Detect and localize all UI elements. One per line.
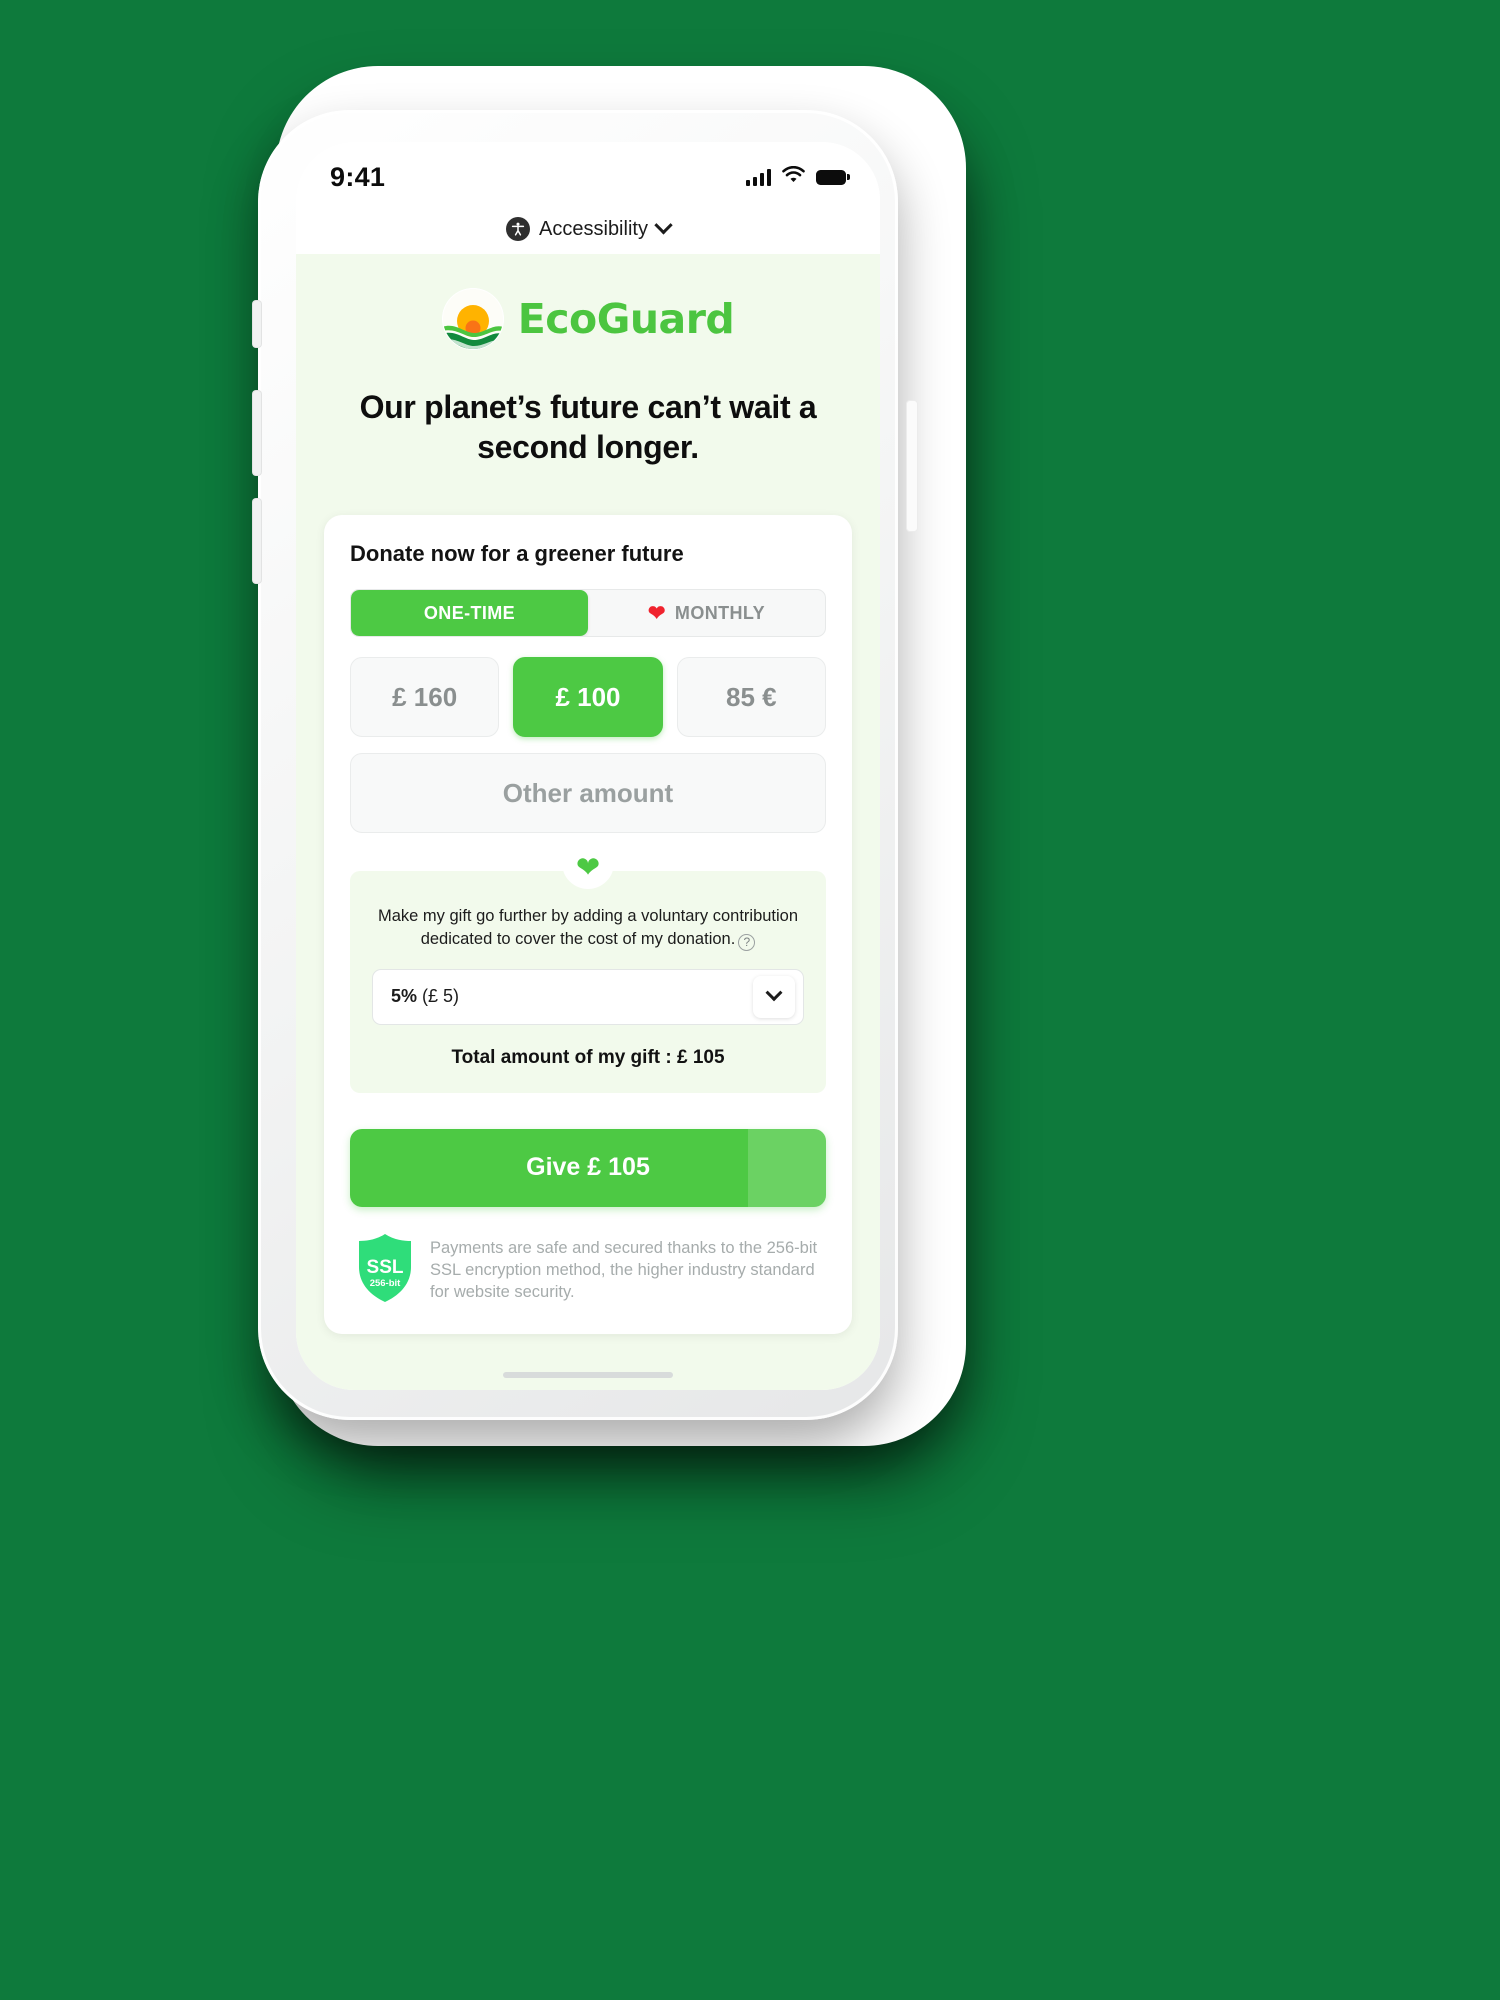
phone-volume-up-button[interactable] — [252, 390, 262, 476]
svg-text:SSL: SSL — [367, 1257, 404, 1278]
button-sheen — [748, 1128, 826, 1207]
amount-option-1[interactable]: £ 160 — [350, 657, 500, 738]
other-amount-input[interactable]: Other amount — [350, 753, 826, 834]
phone-volume-down-button[interactable] — [252, 498, 262, 584]
heart-icon: ❤ — [647, 601, 666, 625]
heart-icon: ❤ — [575, 852, 601, 885]
sun-over-hills-logo-icon — [441, 288, 504, 350]
brand-logo[interactable]: EcoGuard — [296, 254, 880, 358]
frequency-option-one-time[interactable]: ONE-TIME — [351, 590, 588, 637]
status-bar-icons — [745, 158, 850, 188]
contribution-percent-value: 5% (£ 5) — [391, 986, 459, 1007]
contribution-box: Make my gift go further by adding a volu… — [350, 871, 826, 1093]
frequency-toggle[interactable]: ONE-TIME ❤ MONTHLY — [350, 589, 826, 638]
amount-option-2-label: £ 100 — [555, 681, 621, 712]
amount-option-3-label: 85 € — [726, 681, 777, 712]
donation-page: EcoGuard Our planet’s future can’t wait … — [296, 254, 880, 1390]
wifi-icon — [782, 165, 805, 188]
phone-screen: 9:41 Accessibility EcoGuard Our planet’s… — [296, 142, 880, 1390]
home-indicator — [503, 1372, 673, 1378]
donation-card-title: Donate now for a greener future — [350, 541, 684, 567]
amount-options: £ 160 £ 100 85 € — [350, 657, 826, 738]
question-mark-icon[interactable]: ? — [738, 933, 756, 951]
other-amount-placeholder: Other amount — [502, 777, 674, 808]
accessibility-bar[interactable]: Accessibility — [296, 204, 880, 254]
accessibility-label: Accessibility — [539, 217, 648, 240]
amount-option-3[interactable]: 85 € — [676, 657, 826, 738]
status-bar-time: 9:41 — [330, 161, 386, 192]
ssl-shield-icon: SSL 256-bit — [356, 1233, 414, 1303]
status-bar: 9:41 — [296, 142, 880, 204]
chevron-down-icon[interactable] — [753, 975, 795, 1018]
page-title: Our planet’s future can’t wait a second … — [359, 389, 817, 465]
total-gift-amount: Total amount of my gift : £ 105 — [451, 1046, 725, 1068]
cellular-signal-icon — [745, 168, 771, 186]
chevron-down-icon[interactable] — [654, 215, 673, 234]
ssl-notice-text: Payments are safe and secured thanks to … — [430, 1238, 818, 1302]
frequency-option-monthly-label: MONTHLY — [674, 602, 766, 623]
contribution-description: Make my gift go further by adding a volu… — [372, 905, 804, 951]
contribution-description-text: Make my gift go further by adding a volu… — [377, 907, 799, 949]
voluntary-contribution-section: ❤ Make my gift go further by adding a vo… — [350, 854, 826, 1093]
screenshot-stage: 9:41 Accessibility EcoGuard Our planet’s… — [0, 0, 1500, 2000]
amount-option-1-label: £ 160 — [392, 681, 458, 712]
brand-name: EcoGuard — [517, 295, 735, 343]
contribution-amount: (£ 5) — [422, 986, 460, 1007]
phone-power-button[interactable] — [906, 400, 918, 532]
contribution-percent: 5% — [391, 986, 418, 1007]
amount-option-2[interactable]: £ 100 — [513, 657, 663, 738]
donation-card: Donate now for a greener future ONE-TIME… — [324, 515, 852, 1334]
accessibility-icon — [506, 217, 531, 241]
phone-mute-switch[interactable] — [252, 300, 262, 348]
svg-text:256-bit: 256-bit — [370, 1278, 401, 1289]
ssl-security-notice: SSL 256-bit Payments are safe and secure… — [350, 1233, 826, 1304]
battery-icon — [816, 169, 850, 185]
frequency-option-monthly[interactable]: ❤ MONTHLY — [588, 590, 825, 636]
contribution-percent-select[interactable]: 5% (£ 5) — [372, 968, 804, 1025]
frequency-option-one-time-label: ONE-TIME — [423, 602, 516, 623]
give-submit-label: Give £ 105 — [526, 1153, 650, 1182]
give-submit-button[interactable]: Give £ 105 — [350, 1128, 826, 1207]
